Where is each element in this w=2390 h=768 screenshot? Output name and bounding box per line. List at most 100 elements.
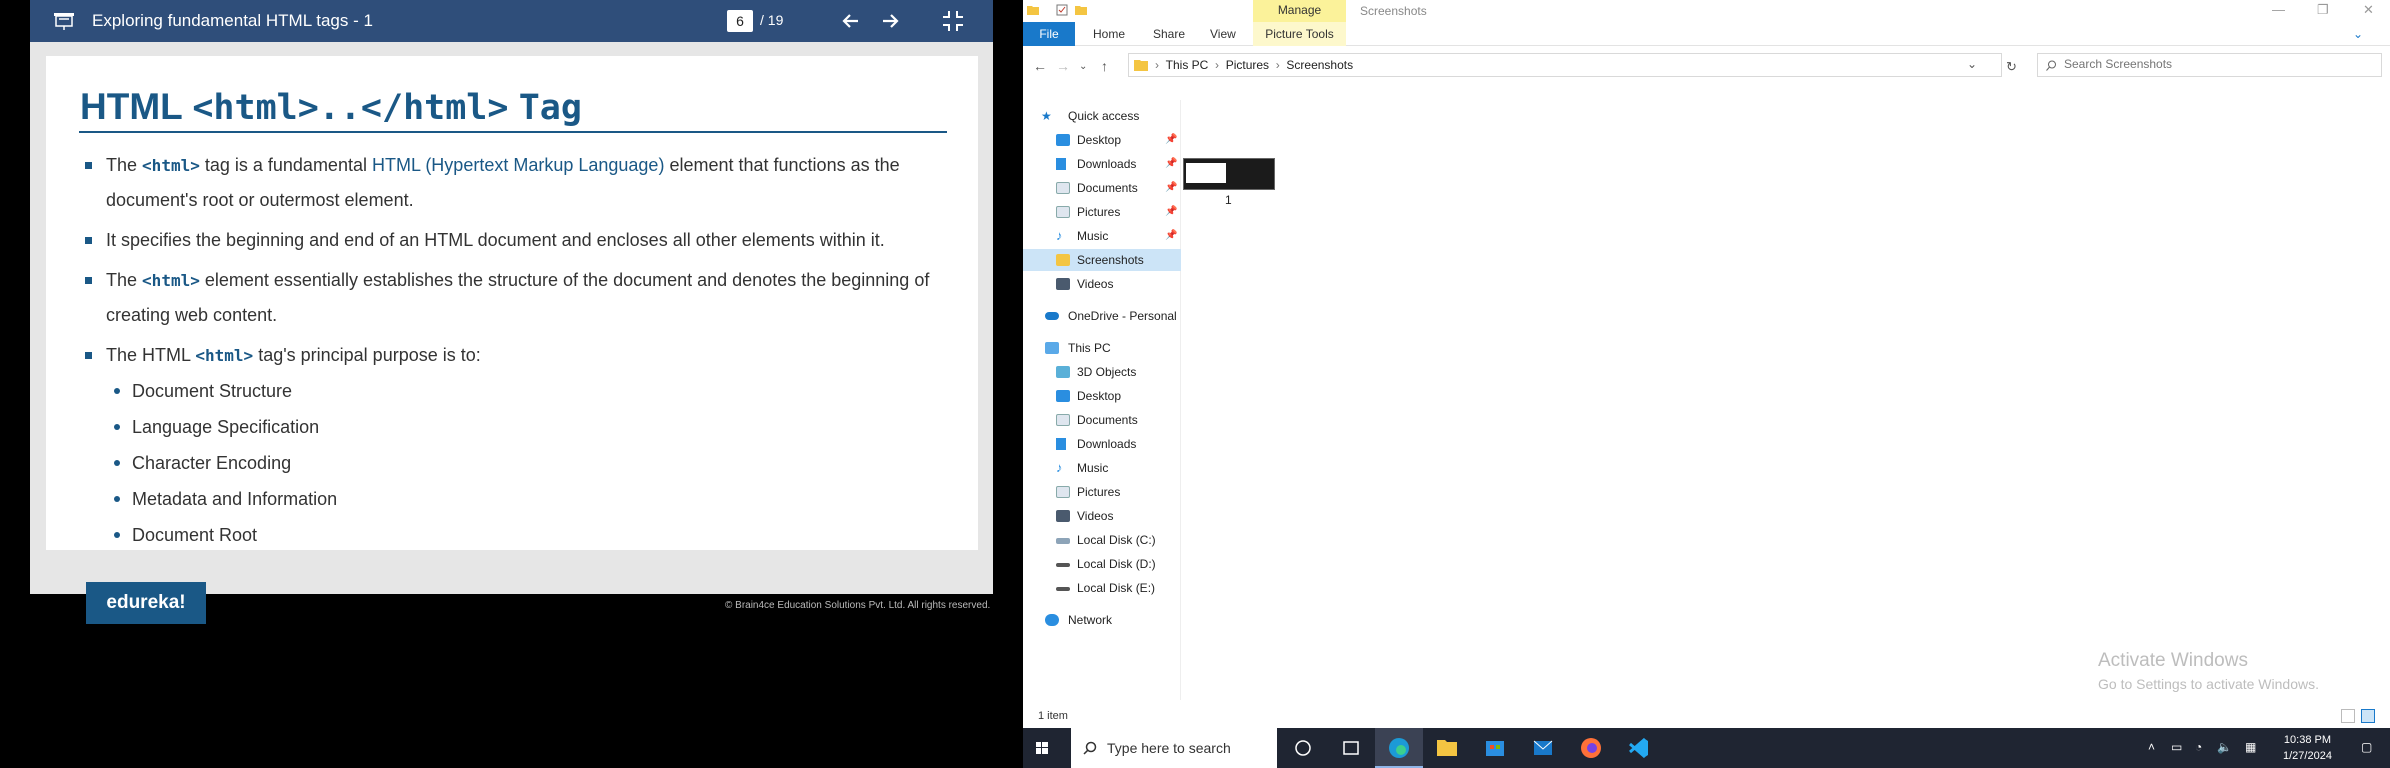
edge-browser-icon[interactable]	[1375, 728, 1423, 768]
pin-icon[interactable]: 📌	[1165, 201, 1177, 223]
disk-icon	[1056, 538, 1070, 544]
recent-dropdown-icon[interactable]: ⌄	[1079, 61, 1087, 72]
title-divider	[79, 131, 947, 133]
sidebar-item-pc-downloads[interactable]: Downloads	[1023, 433, 1181, 455]
address-row: ← → ⌄ ↑ › This PC › Pictures › Screensho…	[1023, 48, 2390, 86]
taskbar: Type here to search ˄ ▭ ◔ 🔈 ▦ 10:38 PM 1…	[1023, 728, 2390, 768]
sidebar-item-desktop[interactable]: Desktop 📌	[1023, 129, 1181, 151]
sidebar-item-pictures[interactable]: Pictures 📌	[1023, 201, 1181, 223]
disk-icon	[1056, 587, 1070, 591]
sidebar-item-3d-objects[interactable]: 3D Objects	[1023, 361, 1181, 383]
close-button[interactable]: ✕	[2363, 2, 2374, 18]
address-dropdown-icon[interactable]: ⌄	[1967, 57, 1977, 71]
pin-icon[interactable]: 📌	[1165, 225, 1177, 247]
file-thumbnail[interactable]	[1183, 158, 1275, 190]
edureka-logo: edureka!	[86, 582, 206, 624]
sidebar-item-music[interactable]: ♪ Music 📌	[1023, 225, 1181, 247]
tab-picture-tools[interactable]: Picture Tools	[1253, 22, 1346, 46]
search-input[interactable]	[2064, 57, 2364, 71]
refresh-icon[interactable]: ↻	[2006, 59, 2017, 75]
large-icons-view-icon[interactable]	[2361, 709, 2375, 723]
sidebar-item-pc-documents[interactable]: Documents	[1023, 409, 1181, 431]
breadcrumb-screenshots[interactable]: Screenshots	[1286, 58, 1353, 72]
exit-fullscreen-icon[interactable]	[940, 8, 966, 34]
status-bar: 1 item	[1023, 706, 2390, 728]
next-arrow-icon[interactable]	[877, 8, 903, 34]
sidebar-item-screenshots[interactable]: Screenshots	[1023, 249, 1181, 271]
sidebar-item-downloads[interactable]: Downloads 📌	[1023, 153, 1181, 175]
breadcrumb-pictures[interactable]: Pictures	[1226, 58, 1269, 72]
start-button-icon[interactable]	[1023, 728, 1061, 768]
mail-icon[interactable]	[1519, 728, 1567, 768]
disk-icon	[1056, 563, 1070, 567]
sidebar-item-pc-desktop[interactable]: Desktop	[1023, 385, 1181, 407]
restore-button[interactable]: ❐	[2317, 2, 2329, 18]
sidebar-item-videos[interactable]: Videos	[1023, 273, 1181, 295]
slide-title: HTML <html>..</html> Tag	[80, 86, 582, 128]
sidebar-item-pc-videos[interactable]: Videos	[1023, 505, 1181, 527]
breadcrumb-this-pc[interactable]: This PC	[1166, 58, 1209, 72]
navigation-pane: ★ Quick access Desktop 📌 Downloads 📌 Doc…	[1023, 100, 1181, 700]
pin-icon[interactable]: 📌	[1165, 153, 1177, 175]
html-link[interactable]: HTML (Hypertext Markup Language)	[372, 155, 664, 175]
forward-icon[interactable]: →	[1056, 58, 1070, 74]
search-box[interactable]	[2037, 53, 2382, 77]
tab-file[interactable]: File	[1023, 22, 1075, 46]
sidebar-item-disk-c[interactable]: Local Disk (C:)	[1023, 529, 1181, 551]
vscode-icon[interactable]	[1615, 728, 1663, 768]
bullet-item: The <html> element essentially establish…	[84, 263, 944, 332]
sidebar-item-documents[interactable]: Documents 📌	[1023, 177, 1181, 199]
cloud-icon	[1045, 312, 1059, 320]
pin-icon[interactable]: 📌	[1165, 129, 1177, 151]
tab-view[interactable]: View	[1210, 27, 1236, 41]
store-icon[interactable]	[1471, 728, 1519, 768]
sidebar-item-this-pc[interactable]: This PC	[1023, 337, 1181, 359]
page-number-input[interactable]: 6	[727, 10, 753, 32]
sidebar-item-pc-pictures[interactable]: Pictures	[1023, 481, 1181, 503]
back-icon[interactable]: ←	[1033, 58, 1047, 74]
firefox-icon[interactable]	[1567, 728, 1615, 768]
network-status-icon[interactable]: ◔	[2195, 740, 2202, 754]
minimize-button[interactable]: —	[2272, 2, 2285, 17]
notifications-icon[interactable]: ▢	[2361, 740, 2372, 754]
file-name[interactable]: 1	[1225, 193, 1232, 207]
sub-bullet-item: Document Root	[84, 517, 944, 553]
previous-arrow-icon[interactable]	[838, 8, 864, 34]
slide-body: The <html> tag is a fundamental HTML (Hy…	[84, 148, 944, 553]
address-bar[interactable]: › This PC › Pictures › Screenshots ⌄	[1128, 53, 2002, 77]
new-folder-icon[interactable]	[1075, 4, 1087, 16]
tab-home[interactable]: Home	[1093, 27, 1125, 41]
file-explorer-icon[interactable]	[1423, 728, 1471, 768]
videos-icon	[1056, 510, 1070, 522]
sidebar-item-network[interactable]: Network	[1023, 609, 1181, 631]
sidebar-item-quick-access[interactable]: ★ Quick access	[1023, 105, 1181, 127]
network-icon	[1045, 614, 1059, 626]
details-view-icon[interactable]	[2341, 709, 2355, 723]
sidebar-item-disk-e[interactable]: Local Disk (E:)	[1023, 577, 1181, 599]
taskbar-search[interactable]: Type here to search	[1071, 728, 1277, 768]
sidebar-item-onedrive[interactable]: OneDrive - Personal	[1023, 305, 1181, 327]
tab-share[interactable]: Share	[1153, 27, 1185, 41]
tray-chevron-icon[interactable]: ˄	[2148, 740, 2155, 754]
documents-icon	[1056, 182, 1070, 194]
volume-icon[interactable]: 🔈	[2217, 740, 2232, 754]
task-view-icon[interactable]	[1279, 728, 1327, 768]
3d-objects-icon	[1056, 366, 1070, 378]
ribbon-expand-icon[interactable]: ⌄	[2353, 27, 2363, 41]
computer-icon	[1045, 342, 1059, 354]
widgets-icon[interactable]	[1327, 728, 1375, 768]
explorer-titlebar: Manage Screenshots — ❐ ✕	[1023, 0, 2390, 22]
music-icon: ♪	[1056, 228, 1063, 243]
clock[interactable]: 10:38 PM 1/27/2024	[2283, 732, 2332, 764]
up-icon[interactable]: ↑	[1101, 58, 1108, 74]
bullet-item: The HTML <html> tag's principal purpose …	[84, 338, 944, 373]
tray-app-icon[interactable]: ▭	[2171, 740, 2182, 754]
keyboard-icon[interactable]: ▦	[2245, 740, 2256, 754]
activate-windows-subtitle: Go to Settings to activate Windows.	[2098, 676, 2319, 692]
music-icon: ♪	[1056, 460, 1063, 475]
properties-icon[interactable]	[1056, 4, 1068, 16]
manage-tab[interactable]: Manage	[1253, 0, 1346, 22]
sidebar-item-pc-music[interactable]: ♪ Music	[1023, 457, 1181, 479]
pin-icon[interactable]: 📌	[1165, 177, 1177, 199]
sidebar-item-disk-d[interactable]: Local Disk (D:)	[1023, 553, 1181, 575]
